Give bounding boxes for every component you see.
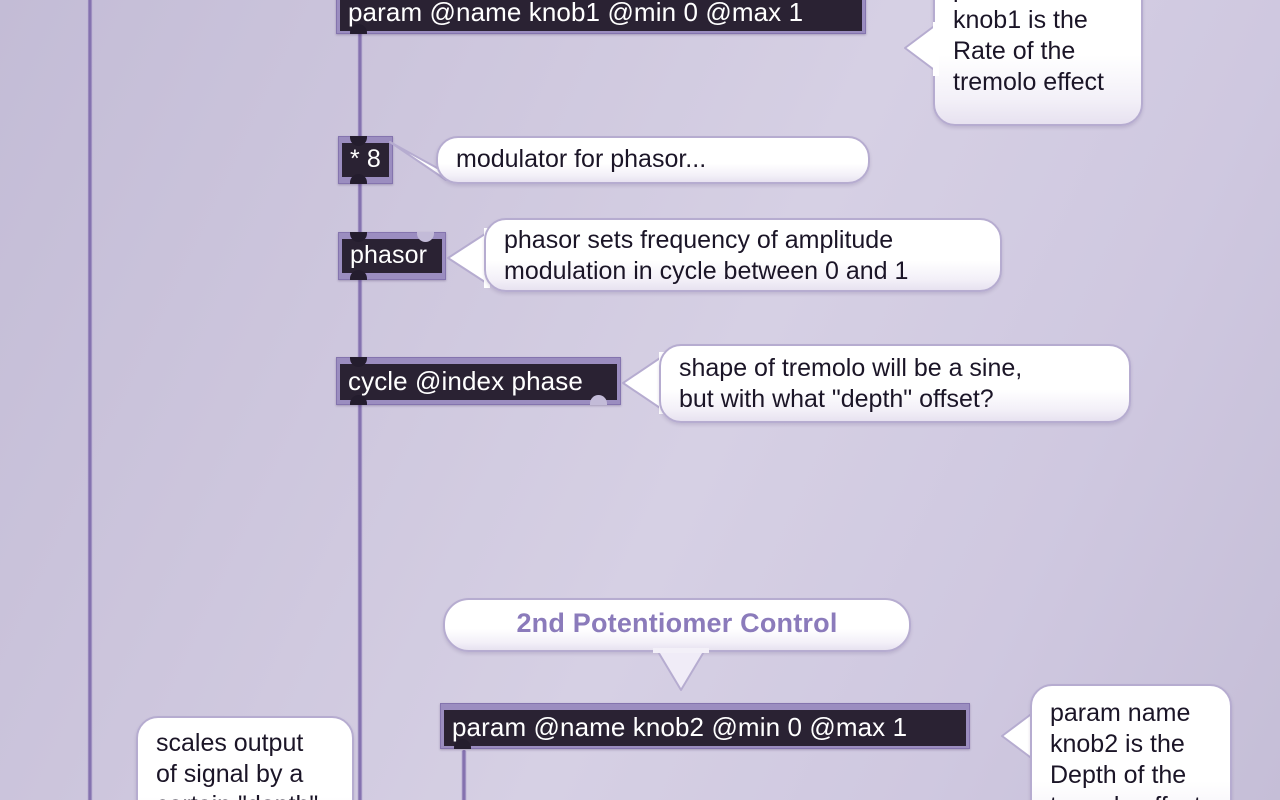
object-times-8-text: * 8 xyxy=(342,143,389,177)
comment-section-title-2[interactable]: 2nd Potentiomer Control xyxy=(443,598,911,652)
comment-section-title-2-text: 2nd Potentiomer Control xyxy=(516,608,838,638)
comment-knob1-line-3: Rate of the xyxy=(953,37,1076,65)
comment-scales-note[interactable]: scales output of signal by a certain "de… xyxy=(136,716,354,800)
comment-scales-line-3: certain "depth" xyxy=(156,790,334,800)
patch-cord-knob2-down[interactable] xyxy=(461,750,467,800)
comment-modulator-line-1: modulator for phasor... xyxy=(456,145,707,173)
object-cycle[interactable]: cycle @index phase xyxy=(336,357,621,405)
comment-knob2-line-2: knob2 is the xyxy=(1050,730,1185,758)
object-param-knob1[interactable]: param @name knob1 @min 0 @max 1 xyxy=(336,0,866,34)
patch-cord-phasor-to-cycle[interactable] xyxy=(357,278,363,368)
comment-scales-line-1: scales output xyxy=(156,729,304,757)
object-param-knob1-text: param @name knob1 @min 0 @max 1 xyxy=(340,0,862,31)
comment-knob2-line-1: param name xyxy=(1050,699,1191,727)
outlet-param-knob2[interactable] xyxy=(454,739,471,749)
object-param-knob2-text: param @name knob2 @min 0 @max 1 xyxy=(444,710,966,746)
object-times-8[interactable]: * 8 xyxy=(338,136,393,184)
comment-modulator-note[interactable]: modulator for phasor... xyxy=(436,136,870,184)
comment-scales-line-2: of signal by a xyxy=(156,760,304,788)
comment-knob1-line-4: tremolo effect xyxy=(953,68,1105,96)
comment-phasor-line-1: phasor sets frequency of amplitude xyxy=(504,226,894,254)
outlet-times-8[interactable] xyxy=(350,174,367,184)
outlet-phasor[interactable] xyxy=(350,270,367,280)
patch-cord-knob1-to-mult[interactable] xyxy=(357,32,363,144)
comment-section-title-2-tail xyxy=(653,648,709,692)
patcher-canvas[interactable]: param @name knob1 @min 0 @max 1 param na… xyxy=(0,0,1280,800)
comment-cycle-note[interactable]: shape of tremolo will be a sine, but wit… xyxy=(659,344,1131,423)
object-param-knob2[interactable]: param @name knob2 @min 0 @max 1 xyxy=(440,703,970,749)
comment-knob2-line-4: tremolo effect xyxy=(1050,791,1212,800)
patch-cord-cycle-down[interactable] xyxy=(357,402,363,800)
object-phasor-text: phasor xyxy=(342,239,442,273)
comment-knob1-line-2: knob1 is the xyxy=(953,6,1088,34)
object-phasor[interactable]: phasor xyxy=(338,232,446,280)
outlet-cycle-left[interactable] xyxy=(350,395,367,405)
comment-cycle-line-1: shape of tremolo will be a sine, xyxy=(679,354,1023,382)
comment-knob1-note[interactable]: param name knob1 is the Rate of the trem… xyxy=(933,0,1143,126)
comment-knob2-note[interactable]: param name knob2 is the Depth of the tre… xyxy=(1030,684,1232,800)
outlet-cycle-right[interactable] xyxy=(590,395,607,405)
comment-knob1-tail xyxy=(899,22,939,76)
outlet-param-knob1[interactable] xyxy=(350,24,367,34)
patch-cord-left-rail[interactable] xyxy=(87,0,93,800)
object-cycle-text: cycle @index phase xyxy=(340,364,617,400)
comment-phasor-line-2: modulation in cycle between 0 and 1 xyxy=(504,257,909,285)
comment-phasor-note[interactable]: phasor sets frequency of amplitude modul… xyxy=(484,218,1002,292)
comment-knob2-line-3: Depth of the xyxy=(1050,761,1187,789)
comment-cycle-line-2: but with what "depth" offset? xyxy=(679,385,994,413)
